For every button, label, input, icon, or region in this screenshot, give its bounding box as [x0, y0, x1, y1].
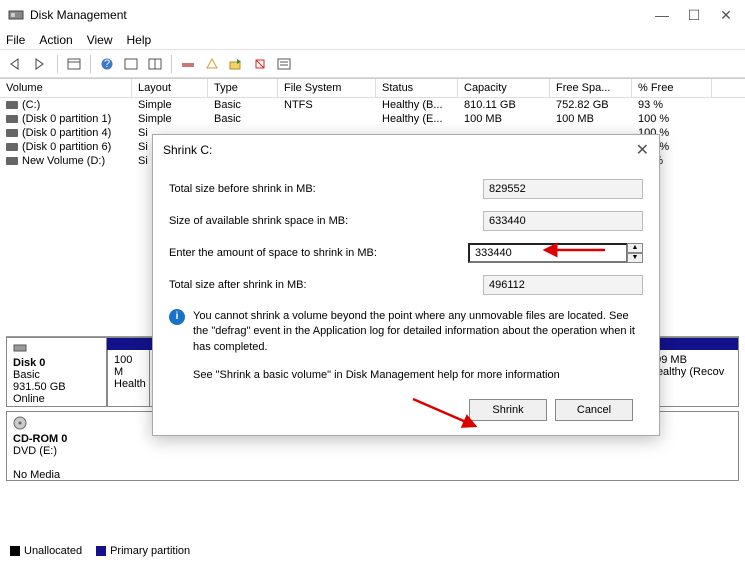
annotation-arrow-1 [550, 243, 610, 260]
toolbar-icon-2[interactable] [120, 53, 142, 75]
menu-help[interactable]: Help [127, 33, 152, 47]
total-after-value: 496112 [483, 275, 643, 295]
back-icon[interactable] [6, 53, 28, 75]
amount-label: Enter the amount of space to shrink in M… [169, 247, 468, 259]
legend: Unallocated Primary partition [10, 545, 190, 557]
disk-icon [13, 345, 27, 357]
col-free[interactable]: Free Spa... [550, 79, 632, 97]
toolbar-icon-3[interactable] [144, 53, 166, 75]
svg-text:?: ? [104, 58, 110, 70]
info-text: You cannot shrink a volume beyond the po… [193, 309, 643, 355]
amount-spinner[interactable]: ▲▼ [627, 243, 643, 263]
cancel-button[interactable]: Cancel [555, 399, 633, 421]
cdrom-icon [13, 421, 27, 433]
toolbar: ? [0, 50, 745, 78]
menubar: File Action View Help [0, 30, 745, 50]
info-icon: i [169, 309, 185, 325]
close-button[interactable]: ✕ [719, 7, 733, 24]
window-title: Disk Management [30, 8, 655, 22]
total-before-label: Total size before shrink in MB: [169, 183, 483, 195]
forward-icon[interactable] [30, 53, 52, 75]
menu-file[interactable]: File [6, 33, 25, 47]
dialog-title: Shrink C: [163, 143, 636, 157]
toolbar-icon-4[interactable] [177, 53, 199, 75]
menu-view[interactable]: View [87, 33, 113, 47]
minimize-button[interactable]: — [655, 7, 669, 24]
legend-primary: Primary partition [110, 545, 190, 557]
cdrom-label[interactable]: CD-ROM 0 DVD (E:) No Media [7, 412, 107, 480]
col-layout[interactable]: Layout [132, 79, 208, 97]
total-after-label: Total size after shrink in MB: [169, 279, 483, 291]
toolbar-icon-6[interactable] [225, 53, 247, 75]
titlebar: Disk Management — ☐ ✕ [0, 0, 745, 30]
dialog-close-icon[interactable]: ✕ [636, 140, 649, 160]
toolbar-icon-5[interactable] [201, 53, 223, 75]
app-icon [8, 7, 24, 23]
dialog-titlebar: Shrink C: ✕ [153, 135, 659, 165]
maximize-button[interactable]: ☐ [687, 7, 701, 24]
toolbar-icon-1[interactable] [63, 53, 85, 75]
table-header: Volume Layout Type File System Status Ca… [0, 79, 745, 98]
menu-action[interactable]: Action [39, 33, 72, 47]
help-text: See "Shrink a basic volume" in Disk Mana… [193, 369, 643, 381]
col-status[interactable]: Status [376, 79, 458, 97]
table-row[interactable]: (Disk 0 partition 1)SimpleBasicHealthy (… [0, 112, 745, 126]
disk-0-label[interactable]: Disk 0 Basic 931.50 GB Online [7, 338, 107, 406]
shrink-button[interactable]: Shrink [469, 399, 547, 421]
avail-label: Size of available shrink space in MB: [169, 215, 483, 227]
toolbar-icon-8[interactable] [273, 53, 295, 75]
help-icon[interactable]: ? [96, 53, 118, 75]
col-type[interactable]: Type [208, 79, 278, 97]
col-capacity[interactable]: Capacity [458, 79, 550, 97]
col-volume[interactable]: Volume [0, 79, 132, 97]
partition-1[interactable]: 100 M Health [107, 350, 149, 406]
legend-unalloc: Unallocated [24, 545, 82, 557]
col-pct[interactable]: % Free [632, 79, 712, 97]
toolbar-icon-7[interactable] [249, 53, 271, 75]
annotation-arrow-2 [408, 394, 478, 433]
total-before-value: 829552 [483, 179, 643, 199]
avail-value: 633440 [483, 211, 643, 231]
shrink-dialog: Shrink C: ✕ Total size before shrink in … [152, 134, 660, 436]
table-row[interactable]: (C:)SimpleBasicNTFSHealthy (B...810.11 G… [0, 98, 745, 112]
col-fs[interactable]: File System [278, 79, 376, 97]
